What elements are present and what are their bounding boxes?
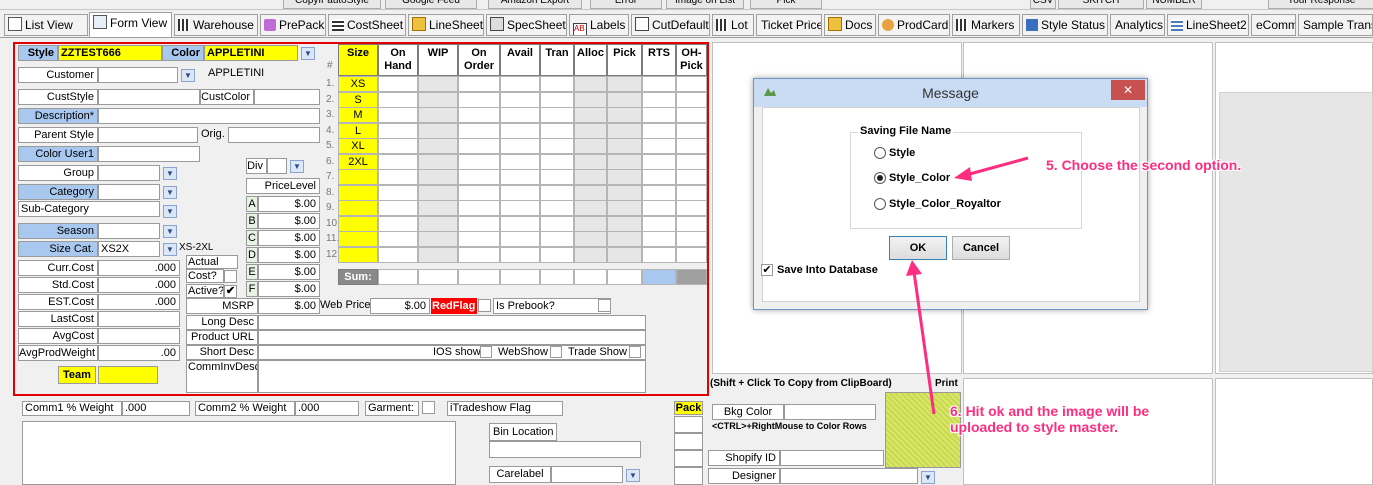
- arrow-step5-line: [965, 156, 1029, 177]
- arrow-step5-head: [954, 167, 972, 181]
- annotation-step5: 5. Choose the second option.: [1046, 157, 1242, 173]
- arrow-step6-line: [912, 271, 936, 415]
- annotation-step6: 6. Hit ok and the image will be uploaded…: [950, 403, 1150, 435]
- arrow-step6-head: [906, 260, 922, 276]
